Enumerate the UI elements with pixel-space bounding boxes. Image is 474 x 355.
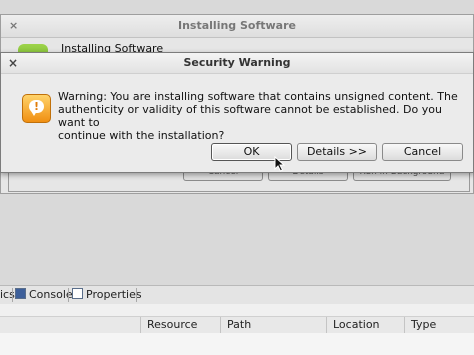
cancel-button[interactable]: Cancel bbox=[382, 143, 463, 161]
close-icon[interactable]: × bbox=[9, 15, 18, 37]
properties-icon bbox=[72, 288, 83, 299]
install-window-title: Installing Software bbox=[178, 19, 296, 32]
install-window-titlebar[interactable]: × Installing Software bbox=[1, 15, 473, 38]
tab-properties[interactable]: Properties bbox=[72, 286, 142, 304]
console-icon bbox=[15, 288, 26, 299]
column-header-resource[interactable]: Resource bbox=[140, 317, 220, 333]
tab-separator bbox=[136, 288, 137, 302]
warning-message: Warning: You are installing software tha… bbox=[58, 90, 458, 142]
mouse-cursor-icon bbox=[274, 156, 286, 172]
tab-separator bbox=[68, 288, 69, 302]
column-header-location[interactable]: Location bbox=[326, 317, 404, 333]
column-header-blank[interactable] bbox=[0, 317, 140, 333]
table-body bbox=[0, 333, 474, 355]
close-icon[interactable]: × bbox=[8, 53, 18, 73]
view-toolbar-area bbox=[0, 304, 474, 316]
tab-separator bbox=[12, 288, 13, 302]
tab-console-label: Console bbox=[29, 288, 73, 301]
security-warning-dialog: × Security Warning ! Warning: You are in… bbox=[0, 52, 474, 173]
details-button[interactable]: Details >> bbox=[297, 143, 377, 161]
dialog-titlebar[interactable]: × Security Warning bbox=[1, 53, 473, 74]
bottom-view-tabs: ics Console Properties bbox=[0, 285, 474, 305]
warning-bubble-tail bbox=[31, 111, 37, 116]
column-header-type[interactable]: Type bbox=[404, 317, 474, 333]
tab-console[interactable]: Console bbox=[15, 286, 73, 304]
table-header: Resource Path Location Type bbox=[0, 316, 474, 334]
warning-icon: ! bbox=[22, 94, 51, 123]
tab-properties-label: Properties bbox=[86, 288, 142, 301]
dialog-title: Security Warning bbox=[183, 56, 291, 69]
column-header-path[interactable]: Path bbox=[220, 317, 326, 333]
